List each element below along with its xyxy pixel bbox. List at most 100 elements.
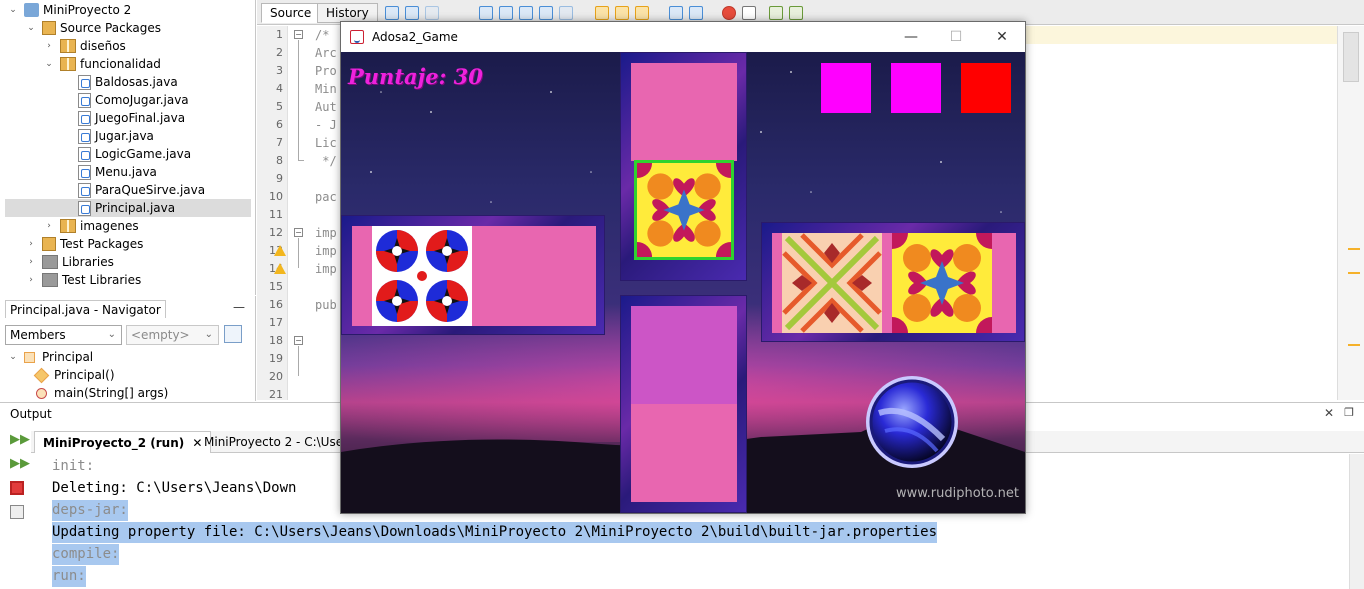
find-icon[interactable] [479, 6, 493, 20]
uncomment-icon[interactable] [789, 6, 803, 20]
rerun-with-parameters-icon[interactable]: ▶▶ [10, 457, 30, 471]
tree-item[interactable]: › Test Packages [26, 235, 143, 253]
code-line: pac [315, 190, 337, 204]
bottom-slot-lower[interactable] [631, 404, 737, 502]
tree-item[interactable]: JuegoFinal.java [62, 109, 185, 127]
chevron-down-icon[interactable]: ⌄ [8, 1, 18, 19]
chevron-right-icon[interactable]: › [26, 253, 36, 271]
output-tab-run[interactable]: MiniProyecto_2 (run) ✕ [34, 431, 212, 453]
navigator-tab[interactable]: Principal.java - Navigator [5, 300, 166, 318]
top-drop-zone[interactable] [620, 52, 747, 281]
tree-item-label: imagenes [80, 219, 139, 233]
line-number: 6 [276, 118, 283, 131]
navigator-filter-select[interactable]: <empty> ⌄ [126, 325, 219, 345]
navigator-item[interactable]: ⌄ Principal [8, 348, 93, 366]
tree-item[interactable]: Jugar.java [62, 127, 154, 145]
line-number: 18 [269, 334, 283, 347]
start-macro-icon[interactable] [722, 6, 736, 20]
placed-tile-circles[interactable] [372, 226, 472, 326]
output-tab-build[interactable]: MiniProyecto 2 - C:\Users [196, 431, 362, 453]
find-next-icon[interactable] [519, 6, 533, 20]
tree-item[interactable]: LogicGame.java [62, 145, 191, 163]
next-bookmark-icon[interactable] [615, 6, 629, 20]
tree-item[interactable]: › Test Libraries [26, 271, 141, 289]
chevron-right-icon[interactable]: › [26, 235, 36, 253]
chevron-down-icon[interactable]: ⌄ [8, 348, 18, 366]
warning-icon[interactable] [274, 263, 286, 274]
tree-item[interactable]: › diseños [44, 37, 126, 55]
chevron-tile-pattern [782, 233, 882, 333]
top-slot-outer[interactable] [631, 63, 737, 161]
stop-macro-icon[interactable] [742, 6, 756, 20]
line-number: 7 [276, 136, 283, 149]
comment-icon[interactable] [769, 6, 783, 20]
right-drop-zone[interactable] [761, 222, 1025, 342]
editor-error-stripe[interactable] [1337, 26, 1364, 400]
navigator-minimize-button[interactable]: — [233, 300, 245, 314]
chevron-down-icon[interactable]: ⌄ [44, 55, 54, 73]
tree-item-label: Source Packages [60, 21, 162, 35]
editor-scrollbar-thumb[interactable] [1343, 32, 1359, 82]
maximize-icon[interactable]: ❐ [1344, 406, 1354, 419]
stop-icon[interactable] [10, 481, 24, 495]
tree-item[interactable]: ⌄ MiniProyecto 2 [8, 1, 131, 19]
shift-left-icon[interactable] [669, 6, 683, 20]
toggle-bookmark-icon[interactable] [635, 6, 649, 20]
warning-marker[interactable] [1348, 248, 1360, 250]
current-line-highlight [1025, 26, 1337, 44]
game-board[interactable]: Puntaje: 30 www.rudiphoto.net [341, 52, 1025, 513]
line-number-gutter: 1 2 3 4 5 6 7 8 9 10 11 12 13 14 15 16 17 18 19 20 21 [257, 26, 287, 401]
navigator-options-button[interactable] [224, 325, 242, 343]
rerun-icon[interactable]: ▶▶ [10, 433, 30, 447]
tree-item[interactable]: › imagenes [44, 217, 139, 235]
output-close-button[interactable]: ✕ [1324, 406, 1334, 420]
minimize-button[interactable]: — [888, 22, 934, 52]
chevron-right-icon[interactable]: › [26, 271, 36, 289]
tree-item[interactable]: ⌄ Source Packages [26, 19, 161, 37]
tree-item[interactable]: ⌄ funcionalidad [44, 55, 161, 73]
previous-bookmark-icon[interactable] [595, 6, 609, 20]
bottom-drop-zone[interactable] [620, 295, 747, 513]
chevron-down-icon[interactable]: ⌄ [26, 19, 36, 37]
navigator-item[interactable]: Principal() [33, 366, 115, 384]
settings-icon[interactable] [10, 505, 24, 519]
find-selection-icon[interactable] [539, 6, 553, 20]
navigator-members-select[interactable]: Members ⌄ [5, 325, 122, 345]
tab-source[interactable]: Source [261, 3, 321, 23]
placed-tile-heart-star-2[interactable] [892, 233, 992, 333]
java-file-icon [78, 92, 91, 108]
warning-marker[interactable] [1348, 344, 1360, 346]
fold-icon[interactable]: − [294, 30, 303, 39]
maximize-button[interactable]: ☐ [933, 22, 979, 52]
close-button[interactable]: ✕ [979, 22, 1025, 52]
tree-item-label: MiniProyecto 2 [43, 3, 132, 17]
fold-icon[interactable]: − [294, 228, 303, 237]
fold-icon[interactable]: − [294, 336, 303, 345]
warning-icon[interactable] [274, 245, 286, 256]
tree-item[interactable]: ParaQueSirve.java [62, 181, 205, 199]
forward-icon[interactable] [405, 6, 419, 20]
chevron-right-icon[interactable]: › [44, 37, 54, 55]
tab-history[interactable]: History [317, 3, 378, 23]
output-scrollbar[interactable] [1349, 454, 1364, 589]
tree-item[interactable]: Menu.java [62, 163, 157, 181]
tree-item[interactable]: Baldosas.java [62, 73, 178, 91]
left-drop-zone[interactable] [341, 215, 605, 335]
history-icon[interactable] [425, 6, 439, 20]
chevron-right-icon[interactable]: › [44, 217, 54, 235]
find-previous-icon[interactable] [499, 6, 513, 20]
warning-marker[interactable] [1348, 272, 1360, 274]
placed-tile-heart-star[interactable] [634, 160, 734, 260]
shift-right-icon[interactable] [689, 6, 703, 20]
navigator-item[interactable]: main(String[] args) [36, 384, 168, 402]
game-title-bar[interactable]: Adosa2_Game — ☐ ✕ [341, 22, 1025, 52]
toggle-highlight-icon[interactable] [559, 6, 573, 20]
tree-item[interactable]: Principal.java [5, 199, 251, 217]
rotate-orb-button[interactable] [863, 373, 961, 471]
line-number: 20 [269, 370, 283, 383]
bottom-slot-upper[interactable] [631, 306, 737, 404]
placed-tile-chevrons[interactable] [782, 233, 882, 333]
tree-item[interactable]: › Libraries [26, 253, 114, 271]
back-icon[interactable] [385, 6, 399, 20]
tree-item[interactable]: ComoJugar.java [62, 91, 189, 109]
